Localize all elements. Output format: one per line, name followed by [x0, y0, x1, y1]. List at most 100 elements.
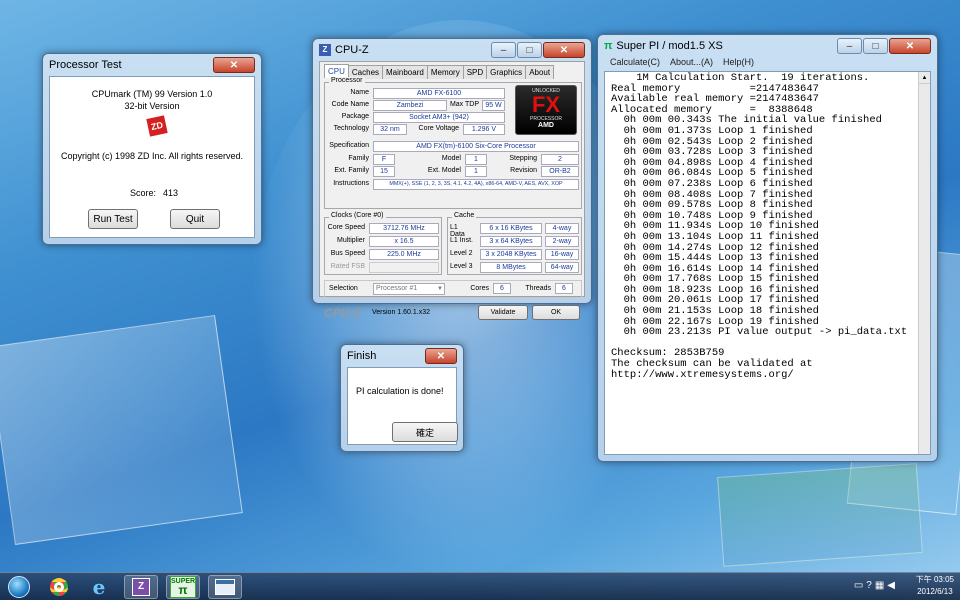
help-icon: ? [866, 580, 875, 591]
threads-label: Threads [525, 285, 551, 292]
run-test-button[interactable]: Run Test [88, 209, 138, 229]
tab-about[interactable]: About [525, 65, 555, 79]
tab-cpu[interactable]: CPU [324, 64, 349, 78]
menu-help[interactable]: Help(H) [723, 57, 754, 69]
taskbar-superpi[interactable]: SUPER π [166, 575, 200, 599]
processor-test-titlebar[interactable]: Processor Test ✕ [43, 54, 261, 76]
busspeed-label: Bus Speed [330, 250, 365, 257]
extmodel-value: 1 [465, 166, 487, 177]
dialog-title: Finish [347, 350, 377, 362]
busspeed-value: 225.0 MHz [369, 249, 439, 260]
cache-group: Cache L1 Data 6 x 16 KBytes 4-way L1 Ins… [447, 212, 582, 275]
processor-test-window: Processor Test ✕ CPUmark (TM) 99 Version… [42, 53, 262, 245]
taskbar-cpuz[interactable]: Z [124, 575, 158, 599]
clock[interactable]: 下午 03:05 2012/6/13 [916, 574, 954, 598]
superpi-output-text: 1M Calculation Start. 19 iterations. Rea… [611, 72, 908, 381]
menu-about[interactable]: About...(A) [670, 57, 713, 69]
finish-titlebar[interactable]: Finish ✕ [341, 345, 463, 367]
superpi-taskbar-icon: SUPER π [170, 576, 196, 598]
l1data-label: L1 Data [450, 224, 465, 238]
wallpaper-photo-left [0, 314, 243, 546]
close-button[interactable]: ✕ [889, 38, 931, 54]
cores-value: 6 [493, 283, 511, 294]
superpi-output-area[interactable]: 1M Calculation Start. 19 iterations. Rea… [604, 71, 931, 455]
ratedfsb-value [369, 262, 439, 273]
close-button[interactable]: ✕ [425, 348, 457, 364]
window-app-icon [215, 579, 235, 595]
close-icon: ✕ [436, 350, 446, 362]
cpuz-window: Z CPU-Z ‒ □ ✕ CPU Caches Mainboard Memor… [312, 38, 592, 320]
system-tray-icons[interactable]: ▭?▦◀ [854, 580, 898, 592]
validate-button[interactable]: Validate [478, 305, 528, 320]
l1data-value: 6 x 16 KBytes [480, 223, 542, 234]
minimize-button[interactable]: ‒ [491, 42, 516, 58]
l1inst-label: L1 Inst. [450, 237, 473, 244]
model-label: Model [441, 155, 461, 162]
close-icon: ✕ [559, 44, 569, 56]
maxtdp-value: 95 W [482, 100, 505, 111]
bitness-label: 32-bit Version [124, 101, 180, 111]
model-value: 1 [465, 154, 487, 165]
level2-value: 3 x 2048 KBytes [480, 249, 542, 260]
corevoltage-label: Core Voltage [418, 125, 459, 132]
minimize-icon: ‒ [500, 44, 507, 56]
taskbar-chrome[interactable] [42, 575, 76, 599]
taskbar: e Z SUPER π ▭?▦◀ 下午 03:05 2012/6/13 [0, 572, 960, 600]
l1data-way: 4-way [545, 223, 579, 234]
extmodel-label: Ext. Model [427, 167, 461, 174]
tab-spd[interactable]: SPD [462, 65, 488, 79]
level3-way: 64-way [545, 262, 579, 273]
cpuz-taskbar-icon: Z [132, 578, 150, 596]
clock-date: 2012/6/13 [917, 587, 953, 596]
quit-button[interactable]: Quit [170, 209, 220, 229]
close-button[interactable]: ✕ [543, 42, 585, 58]
codename-label: Code Name [331, 101, 369, 108]
revision-value: OR-B2 [541, 166, 579, 177]
corevoltage-value: 1.296 V [463, 124, 505, 135]
extfamily-label: Ext. Family [334, 167, 369, 174]
cpuz-ok-button[interactable]: OK [532, 305, 580, 320]
close-button[interactable]: ✕ [213, 57, 255, 73]
spec-value: AMD FX(tm)-6100 Six-Core Processor [373, 141, 579, 152]
stepping-label: Stepping [509, 155, 537, 162]
window-title: Super PI / mod1.5 XS [616, 40, 723, 52]
superpi-titlebar[interactable]: π Super PI / mod1.5 XS ‒ □ ✕ [598, 35, 937, 57]
logo-fx-text: FX [531, 92, 561, 117]
logo-amd-text: AMD [538, 122, 554, 129]
taskbar-processor-test[interactable] [208, 575, 242, 599]
maximize-icon: □ [526, 44, 533, 56]
action-center-icon: ▭ [853, 580, 867, 591]
name-label: Name [350, 89, 369, 96]
processor-select-value: Processor #1 [376, 285, 418, 292]
level3-value: 8 MBytes [480, 262, 542, 273]
maximize-button[interactable]: □ [863, 38, 888, 54]
tab-graphics[interactable]: Graphics [486, 65, 527, 79]
corespeed-value: 3712.76 MHz [369, 223, 439, 234]
tab-mainboard[interactable]: Mainboard [382, 65, 428, 79]
codename-value: Zambezi [373, 100, 447, 111]
instructions-label: Instructions [333, 180, 369, 187]
minimize-button[interactable]: ‒ [837, 38, 862, 54]
taskbar-ie[interactable]: e [82, 575, 116, 599]
processor-select[interactable]: Processor #1 ▼ [373, 283, 445, 295]
volume-icon: ◀ [887, 580, 898, 591]
amd-fx-logo: UNLOCKED FX PROCESSOR AMD [515, 85, 577, 135]
vertical-scrollbar[interactable]: ▲ [918, 72, 930, 454]
technology-label: Technology [333, 125, 369, 132]
l1inst-value: 3 x 64 KBytes [480, 236, 542, 247]
start-button[interactable] [4, 575, 34, 599]
selection-label: Selection [329, 285, 358, 292]
menu-calculate[interactable]: Calculate(C) [610, 57, 660, 69]
close-icon: ✕ [905, 40, 915, 52]
processor-group: Processor Name AMD FX-6100 Code Name Zam… [324, 77, 582, 209]
technology-value: 32 nm [373, 124, 407, 135]
tab-memory[interactable]: Memory [426, 65, 464, 79]
chrome-icon [50, 578, 68, 596]
level2-label: Level 2 [450, 250, 473, 257]
scroll-up-icon[interactable]: ▲ [919, 72, 930, 84]
cpuz-titlebar[interactable]: Z CPU-Z ‒ □ ✕ [313, 39, 591, 61]
finish-ok-button[interactable]: 確定 [392, 422, 458, 442]
maximize-button[interactable]: □ [517, 42, 542, 58]
superpi-window: π Super PI / mod1.5 XS ‒ □ ✕ Calculate(C… [597, 34, 938, 462]
extfamily-value: 15 [373, 166, 395, 177]
